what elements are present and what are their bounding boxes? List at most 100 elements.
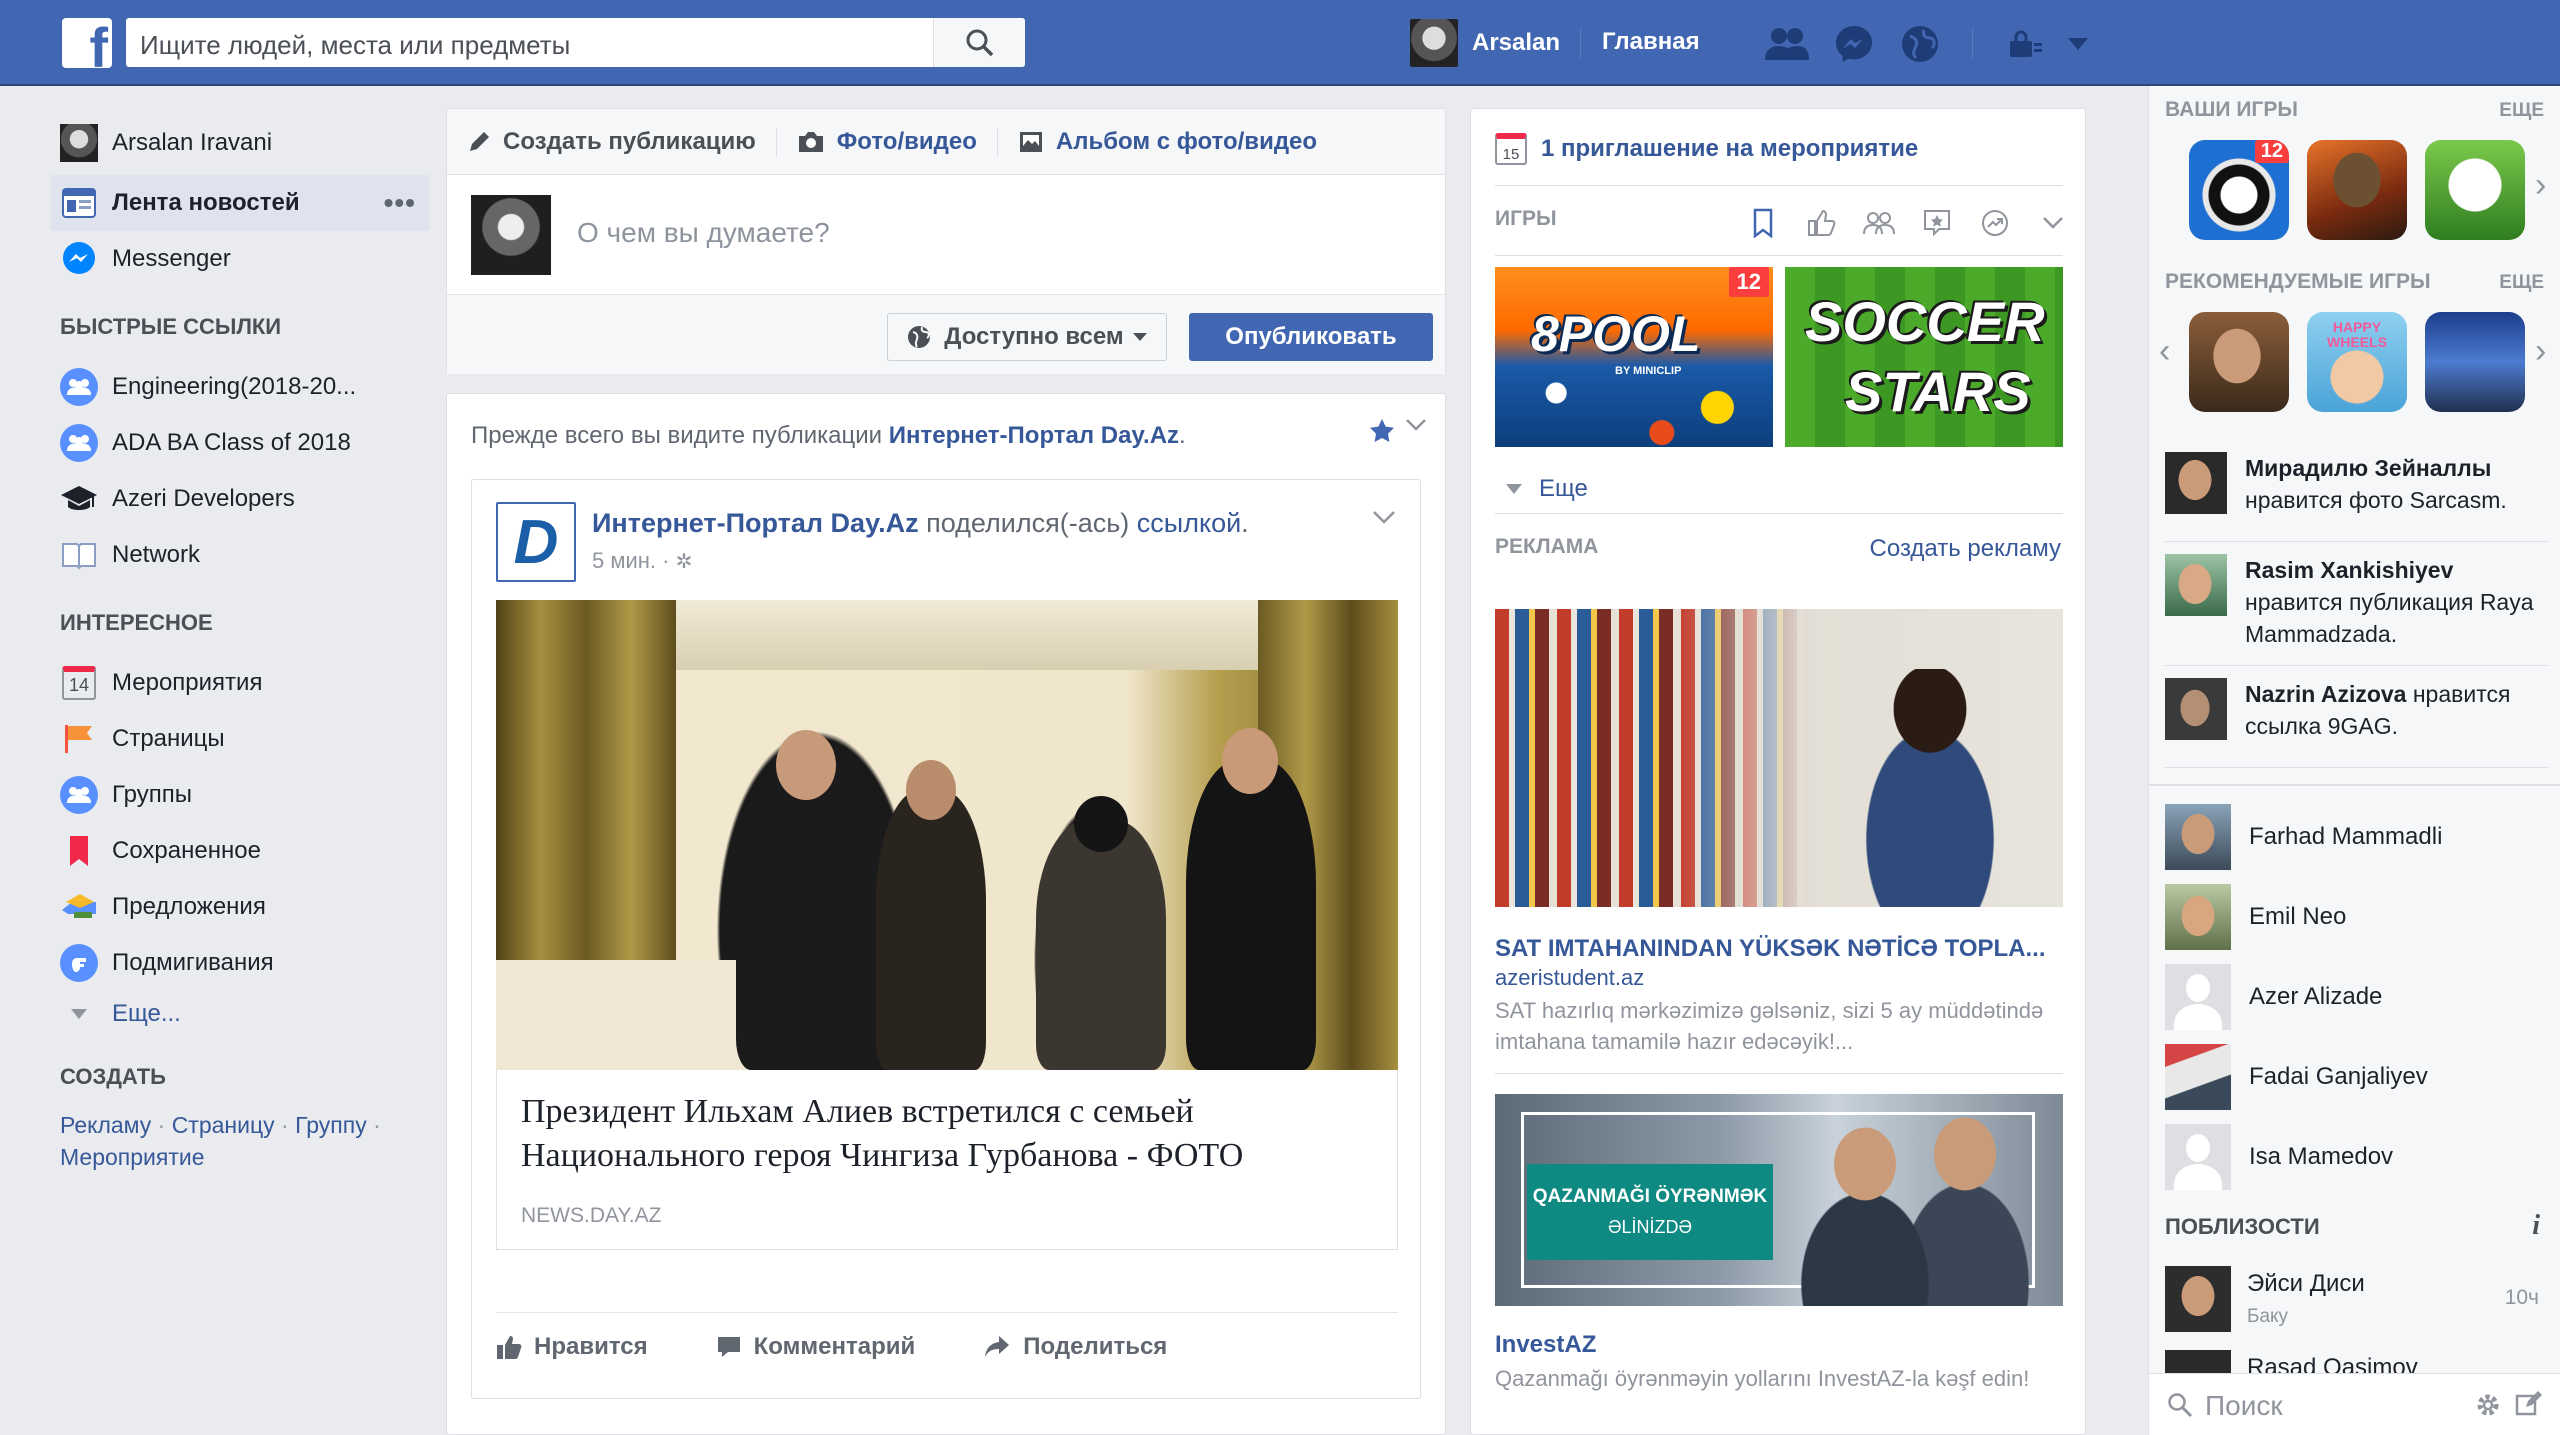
info-icon[interactable]: i — [2532, 1210, 2540, 1242]
contact-item[interactable]: Emil Neo — [2165, 884, 2549, 950]
post-options-chevron-icon[interactable] — [1372, 510, 1396, 529]
sidebar-item-ada-ba-class[interactable]: ADA BA Class of 2018 — [50, 415, 430, 471]
profile-link[interactable]: Arsalan — [1410, 19, 1560, 67]
sidebar-more-link[interactable]: Еще... — [50, 991, 430, 1037]
facebook-logo[interactable]: f — [62, 18, 112, 68]
bookmark-icon[interactable] — [1743, 203, 1783, 243]
link-preview[interactable]: Президент Ильхам Алиев встретился с семь… — [496, 1070, 1398, 1250]
post-link-link[interactable]: ссылкой — [1137, 508, 1241, 538]
game-icon-happy-wheels[interactable]: HAPPY WHEELS — [2307, 312, 2407, 412]
messenger-icon[interactable] — [1832, 22, 1876, 66]
friends-icon[interactable] — [1859, 203, 1899, 243]
game-icon-truck[interactable] — [2425, 312, 2525, 412]
nearby-header: ПОБЛИЗОСТИ — [2165, 1214, 2320, 1239]
compose-icon[interactable] — [2515, 1390, 2543, 1418]
page-logo[interactable]: D — [496, 502, 576, 582]
more-options-icon[interactable]: ••• — [384, 187, 416, 219]
sidebar-item-network[interactable]: Network — [50, 527, 430, 583]
chevron-down-icon[interactable] — [2033, 203, 2073, 243]
ad-title[interactable]: SAT IMTAHANINDAN YÜKSƏK NƏTİCƏ TOPLA... — [1495, 935, 2063, 963]
chat-search-input[interactable]: Поиск — [2149, 1373, 2560, 1435]
nearby-contact[interactable]: Эйси Диси Баку 10ч — [2165, 1266, 2549, 1336]
tab-album[interactable]: Альбом с фото/видео — [1018, 128, 1317, 156]
globe-notifications-icon[interactable] — [1898, 22, 1942, 66]
ticker-item[interactable]: Мирадилю Зейналлы нравится фото Sarcasm. — [2165, 452, 2549, 542]
search-placeholder: Ищите людей, места или предметы — [140, 30, 571, 60]
sidebar-item-groups[interactable]: Группы — [50, 767, 430, 823]
contact-item[interactable]: Isa Mamedov — [2165, 1124, 2549, 1190]
contact-item[interactable]: Azer Alizade — [2165, 964, 2549, 1030]
star-bubble-icon[interactable] — [1917, 203, 1957, 243]
ticker-item[interactable]: Nazrin Azizova нравится ссылка 9GAG. — [2165, 678, 2549, 768]
sidebar-item-engineering[interactable]: Engineering(2018-20... — [50, 359, 430, 415]
see-first-page-link[interactable]: Интернет-Портал Day.Az — [889, 422, 1179, 449]
game-icon-sniper[interactable] — [2189, 312, 2289, 412]
divider — [1495, 255, 2063, 256]
comment-icon — [716, 1334, 742, 1360]
sidebar-item-azeri-developers[interactable]: Azeri Developers — [50, 471, 430, 527]
chevron-right-icon[interactable]: › — [2535, 166, 2546, 205]
post-actions: Нравится Комментарий Поделиться — [496, 1312, 1398, 1380]
sidebar-item-pages[interactable]: Страницы — [50, 711, 430, 767]
star-icon[interactable] — [1369, 418, 1395, 449]
publish-button[interactable]: Опубликовать — [1189, 313, 1433, 361]
ad-image[interactable]: QAZANMAĞI ÖYRƏNMƏK ƏLİNİZDƏ — [1495, 1094, 2063, 1306]
sidebar-item-events[interactable]: 14 Мероприятия — [50, 655, 430, 711]
thumbs-up-icon[interactable] — [1801, 203, 1841, 243]
profile-link[interactable]: Arsalan Iravani — [50, 115, 430, 171]
home-link[interactable]: Главная — [1602, 28, 1700, 56]
game-icon-shooter[interactable] — [2307, 140, 2407, 240]
camera-icon — [797, 130, 825, 154]
quick-help-icon[interactable] — [2004, 22, 2048, 66]
account-menu-chevron-down-icon[interactable] — [2056, 22, 2100, 66]
sidebar-item-pokes[interactable]: Подмигивания — [50, 935, 430, 991]
contact-item[interactable]: Farhad Mammadli — [2165, 804, 2549, 870]
recommended-games-more-link[interactable]: ЕЩЕ — [2499, 272, 2544, 294]
group-icon — [60, 368, 98, 406]
ad-domain[interactable]: azeristudent.az — [1495, 965, 1644, 991]
chevron-left-icon[interactable]: ‹ — [2159, 332, 2170, 371]
game-tile-soccer-stars[interactable]: SOCCER STARS — [1785, 267, 2063, 447]
search-input[interactable]: Ищите людей, места или предметы — [126, 18, 1025, 67]
chevron-right-icon[interactable]: › — [2535, 332, 2546, 371]
event-invitation-link[interactable]: 15 1 приглашение на мероприятие — [1495, 133, 1918, 165]
search-button[interactable] — [933, 18, 1025, 67]
audience-selector[interactable]: Доступно всем — [887, 313, 1167, 361]
friend-requests-icon[interactable] — [1765, 22, 1809, 66]
like-button[interactable]: Нравится — [496, 1333, 648, 1361]
contact-item[interactable]: Fadai Ganjaliyev — [2165, 1044, 2549, 1110]
ticker-item[interactable]: Rasim Xankishiyev нравится публикация Ra… — [2165, 554, 2549, 666]
comment-button[interactable]: Комментарий — [716, 1333, 915, 1361]
sidebar-item-messenger[interactable]: Messenger — [50, 231, 430, 287]
post-timestamp[interactable]: 5 мин. · ✲ — [592, 548, 692, 574]
game-tile-8-ball-pool[interactable]: 8POOL BY MINICLIP 12 — [1495, 267, 1773, 447]
create-ad-link[interactable]: Создать рекламу — [1870, 535, 2061, 563]
post-author-link[interactable]: Интернет-Портал Day.Az — [592, 508, 919, 538]
tab-photo-video[interactable]: Фото/видео — [797, 128, 977, 156]
game-icon-soccer[interactable] — [2425, 140, 2525, 240]
sidebar-item-offers[interactable]: Предложения — [50, 879, 430, 935]
sidebar-item-news-feed[interactable]: Лента новостей ••• — [50, 175, 430, 231]
create-group-link[interactable]: Группу — [295, 1112, 367, 1138]
your-games-more-link[interactable]: ЕЩЕ — [2499, 100, 2544, 122]
trending-icon[interactable] — [1975, 203, 2015, 243]
game-icon-8-ball-pool[interactable]: 12 — [2189, 140, 2289, 240]
sidebar-item-saved[interactable]: Сохраненное — [50, 823, 430, 879]
divider — [1495, 513, 2063, 514]
top-navigation-bar: f Ищите людей, места или предметы Arsala… — [0, 0, 2560, 86]
divider — [996, 127, 998, 156]
ad-image[interactable] — [1495, 609, 2063, 907]
chevron-down-icon[interactable] — [1405, 418, 1427, 437]
gear-icon[interactable] — [2475, 1392, 2501, 1418]
create-ad-link[interactable]: Рекламу — [60, 1112, 151, 1138]
composer-body[interactable]: О чем вы думаете? — [447, 175, 1445, 295]
post-image[interactable] — [496, 600, 1398, 1070]
tab-create-post[interactable]: Создать публикацию — [467, 128, 756, 156]
games-more-link[interactable]: Еще — [1505, 475, 1588, 503]
create-page-link[interactable]: Страницу — [172, 1112, 275, 1138]
create-event-link[interactable]: Мероприятие — [60, 1144, 205, 1170]
share-button[interactable]: Поделиться — [983, 1333, 1167, 1361]
share-icon — [983, 1334, 1011, 1360]
ad-title[interactable]: InvestAZ — [1495, 1331, 1596, 1359]
pencil-icon — [467, 130, 491, 154]
